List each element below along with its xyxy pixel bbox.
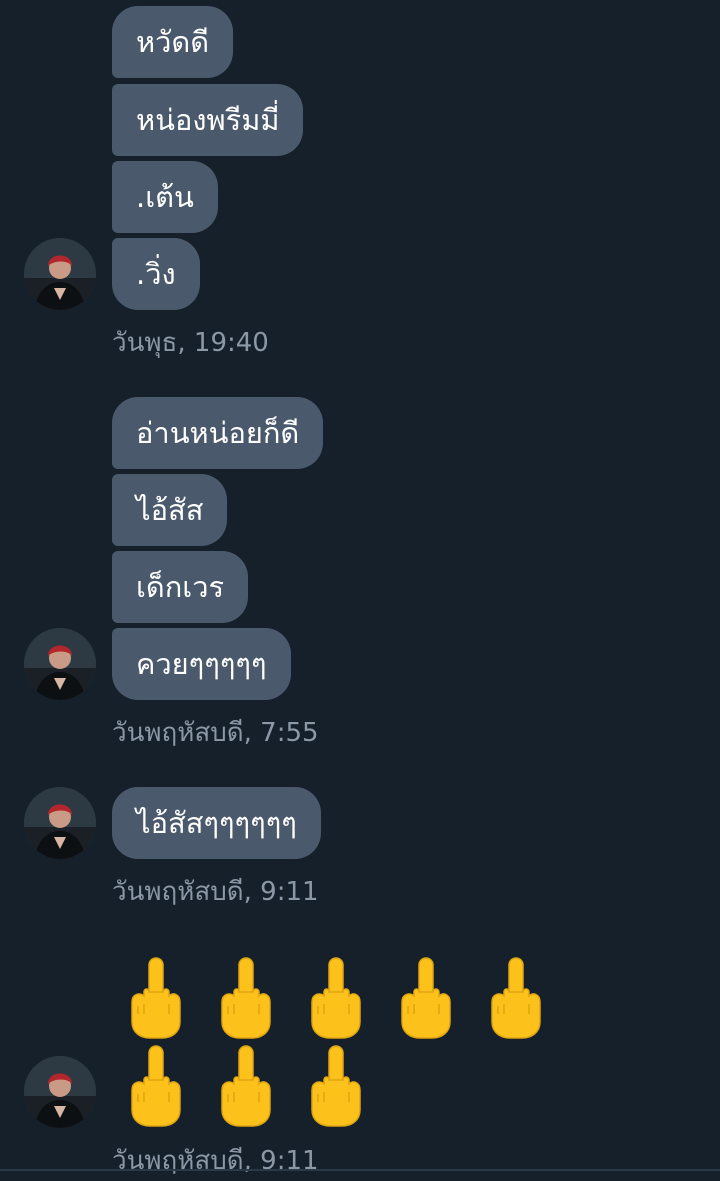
user-avatar-icon	[24, 787, 96, 859]
user-avatar-icon	[24, 238, 96, 310]
sender-avatar[interactable]	[24, 238, 96, 310]
message-timestamp: วันพฤหัสบดี, 9:11	[112, 877, 319, 907]
middle-finger-icon	[302, 956, 372, 1040]
middle-finger-icon	[392, 956, 462, 1040]
middle-finger-icon	[212, 956, 282, 1040]
sender-avatar[interactable]	[24, 1056, 96, 1128]
emoji-row-1[interactable]	[122, 956, 552, 1040]
user-avatar-icon	[24, 628, 96, 700]
user-avatar-icon	[24, 1056, 96, 1128]
message-bubble[interactable]: ควยๆๆๆๆๆ	[112, 628, 291, 700]
message-timestamp: วันพฤหัสบดี, 9:11	[112, 1146, 319, 1176]
message-timestamp: วันพฤหัสบดี, 7:55	[112, 718, 319, 748]
message-bubble[interactable]: .เต้น	[112, 161, 218, 233]
middle-finger-icon	[212, 1044, 282, 1128]
message-bubble[interactable]: หน่องพรีมมี่	[112, 84, 304, 156]
sender-avatar[interactable]	[24, 628, 96, 700]
message-bubble[interactable]: อ่านหน่อยก็ดี	[112, 397, 324, 469]
message-bubble[interactable]: ไอ้สัสๆๆๆๆๆๆ	[112, 787, 321, 859]
middle-finger-icon	[302, 1044, 372, 1128]
emoji-row-2[interactable]	[122, 1044, 372, 1128]
message-bubble[interactable]: เด็กเวร	[112, 551, 249, 623]
middle-finger-icon	[122, 1044, 192, 1128]
message-timestamp: วันพุธ, 19:40	[112, 328, 269, 358]
message-bubble[interactable]: .วิ่ง	[112, 238, 200, 310]
message-bubble[interactable]: ไอ้สัส	[112, 474, 228, 546]
message-bubble[interactable]: หวัดดี	[112, 6, 234, 78]
sender-avatar[interactable]	[24, 787, 96, 859]
divider	[0, 1169, 720, 1171]
middle-finger-icon	[122, 956, 192, 1040]
middle-finger-icon	[482, 956, 552, 1040]
